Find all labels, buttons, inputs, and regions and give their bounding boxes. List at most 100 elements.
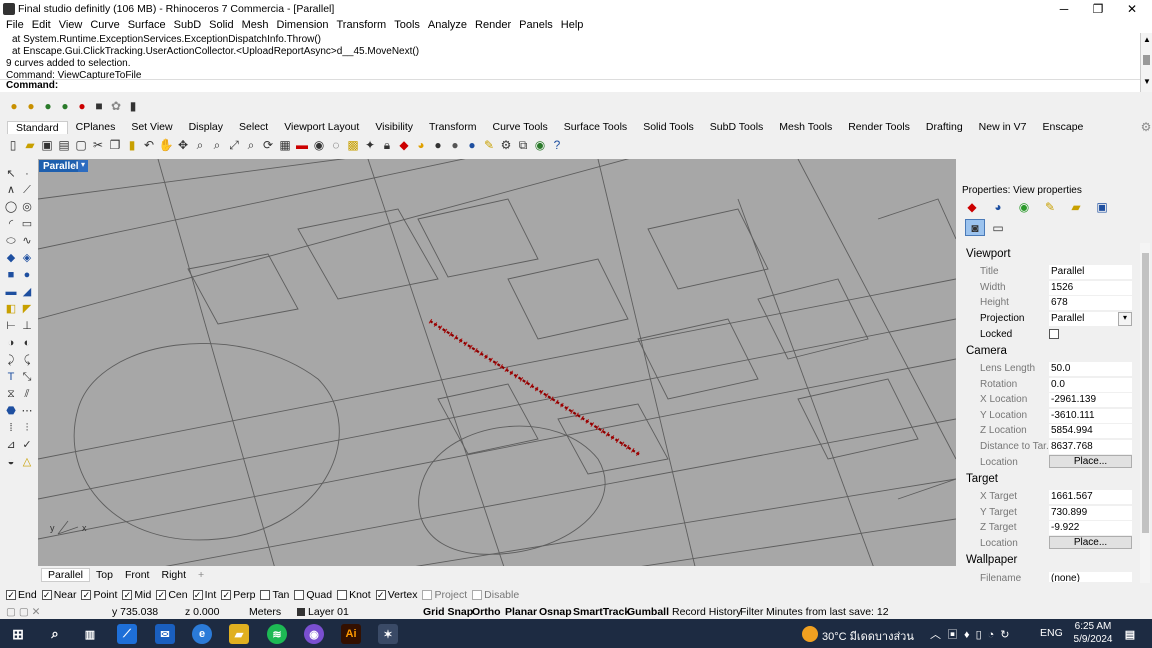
viewport-menu-arrow-icon[interactable]: ▾ [78,160,88,172]
render-icon[interactable]: ◉ [532,137,548,153]
new-icon[interactable]: ▯ [5,137,21,153]
tab-visibility[interactable]: Visibility [367,121,421,133]
material-props-icon[interactable]: ◕ [990,199,1006,215]
osnap-checkbox[interactable] [337,590,348,600]
tab-display[interactable]: Display [181,121,231,133]
prop-height-field[interactable]: 678 [1049,296,1132,310]
ellipse-icon[interactable]: ⬭ [3,233,19,249]
osnap-checkbox[interactable]: ✓ [6,590,16,600]
edge-icon[interactable]: e [192,624,212,644]
menu-edit[interactable]: Edit [28,19,55,31]
planar-toggle[interactable]: Planar [505,606,537,618]
gumball-toggle[interactable]: Gumball [627,606,669,618]
shaded-icon[interactable]: ● [447,137,463,153]
paste-icon[interactable]: ▮ [124,137,140,153]
chevron-down-icon[interactable]: ▾ [1118,312,1132,326]
image-icon[interactable]: ▣ [1094,199,1110,215]
osnap-checkbox[interactable]: ✓ [375,590,386,600]
sphere-icon[interactable]: ● [19,267,35,283]
named-views-icon[interactable]: ▬ [294,137,310,153]
osnap-tan[interactable]: Tan [260,589,289,601]
clock-time[interactable]: 6:25 AM [1068,621,1118,632]
align-icon[interactable]: ⫶ [19,420,35,436]
arc-icon[interactable]: ◜ [3,216,19,232]
weather-icon[interactable] [802,626,818,642]
zoom-selected-icon[interactable]: ⌕ [243,137,259,153]
osnap-checkbox[interactable]: ✓ [41,590,52,600]
menu-analyze[interactable]: Analyze [424,19,471,31]
vp-tab-top[interactable]: Top [90,569,119,581]
camera-icon[interactable]: ◙ [965,219,985,236]
enscape-chart-icon[interactable]: ▮ [125,98,141,114]
viewport-parallel[interactable]: y x [38,159,956,566]
point-icon[interactable]: · [19,166,35,182]
menu-dimension[interactable]: Dimension [273,19,333,31]
notification-icon[interactable]: ▤ [1120,624,1140,644]
zoom-window-icon[interactable]: ⌕ [209,137,225,153]
prop-zloc-field[interactable]: 5854.994 [1049,424,1132,438]
check-icon[interactable]: ✓ [19,437,35,453]
viewport-title[interactable]: Parallel [39,160,83,172]
osnap-toggle[interactable]: Osnap [539,606,572,618]
zoom-extents-icon[interactable]: ⤢ [226,137,242,153]
tab-render-tools[interactable]: Render Tools [840,121,918,133]
osnap-disable[interactable]: Disable [472,589,519,601]
enscape-views-icon[interactable]: ● [40,98,56,114]
weather-text[interactable]: 30°C มีเดดบางส่วน [822,627,914,645]
join-icon[interactable]: ⬣ [3,403,19,419]
extrude-icon[interactable]: ▬ [3,284,19,300]
enscape-materials-icon[interactable]: ✿ [108,98,124,114]
tab-surface-tools[interactable]: Surface Tools [556,121,635,133]
osnap-project[interactable]: Project [422,589,467,601]
mail-icon[interactable]: ✉ [155,624,175,644]
annotation-icon[interactable]: △ [19,454,35,470]
circle-center-icon[interactable]: ◎ [19,199,35,215]
osnap-checkbox[interactable] [260,590,271,600]
layer-icon[interactable]: ◆ [396,137,412,153]
osnap-cen[interactable]: ✓ Cen [156,589,188,601]
properties-icon[interactable]: ▢ [73,137,89,153]
clock-date[interactable]: 5/9/2024 [1068,634,1118,645]
app-visual-studio-icon[interactable]: ⟋ [117,624,137,644]
prop-distance-field[interactable]: 8637.768 [1049,440,1132,454]
curve-icon[interactable]: ∿ [19,233,35,249]
brush-icon[interactable]: ✎ [1042,199,1058,215]
blend-icon[interactable]: ◐ [19,335,35,351]
osnap-checkbox[interactable]: ✓ [122,590,133,600]
split-icon[interactable]: ⫽ [19,386,35,402]
grid-icon[interactable]: ▩ [345,137,361,153]
light-icon[interactable]: ✎ [481,137,497,153]
osnap-vertex[interactable]: ✓ Vertex [375,589,417,601]
pan-hand-icon[interactable]: ✋ [158,137,174,153]
osnap-mid[interactable]: ✓ Mid [122,589,151,601]
menu-panels[interactable]: Panels [515,19,557,31]
tab-drafting[interactable]: Drafting [918,121,971,133]
windows-start-icon[interactable]: ⊞ [8,624,28,644]
tab-cplanes[interactable]: CPlanes [68,121,124,133]
menu-file[interactable]: File [2,19,28,31]
cplane-icon[interactable]: ◉ [311,137,327,153]
circle-icon[interactable]: ◯ [3,199,19,215]
text-icon[interactable]: T [3,369,19,385]
illustrator-icon[interactable]: Ai [341,624,361,644]
tab-enscape[interactable]: Enscape [1035,121,1092,133]
menu-curve[interactable]: Curve [86,19,123,31]
scale-icon[interactable]: ⤡ [19,369,35,385]
section-wallpaper[interactable]: Wallpaper [966,554,1017,566]
print-icon[interactable]: ▤ [56,137,72,153]
ortho-toggle[interactable]: Ortho [472,606,501,618]
options-gear-icon[interactable]: ⚙ [498,137,514,153]
vp-tab-parallel[interactable]: Parallel [41,568,91,582]
status-restore-icon[interactable]: ▢ ▢ ✕ [6,606,40,618]
undo-icon[interactable]: ↶ [141,137,157,153]
tab-select[interactable]: Select [231,121,276,133]
trim-icon[interactable]: ⤹ [19,352,35,368]
prop-rotation-field[interactable]: 0.0 [1049,378,1132,392]
lightbulb-icon[interactable]: ✦ [362,137,378,153]
render-sphere-icon[interactable]: ● [430,137,446,153]
scroll-thumb[interactable] [1143,55,1150,65]
section-camera[interactable]: Camera [966,345,1007,357]
minimize-button[interactable]: ─ [1046,0,1082,17]
array-icon[interactable]: ⁞ [3,420,19,436]
browser-icon[interactable]: ◉ [304,624,324,644]
